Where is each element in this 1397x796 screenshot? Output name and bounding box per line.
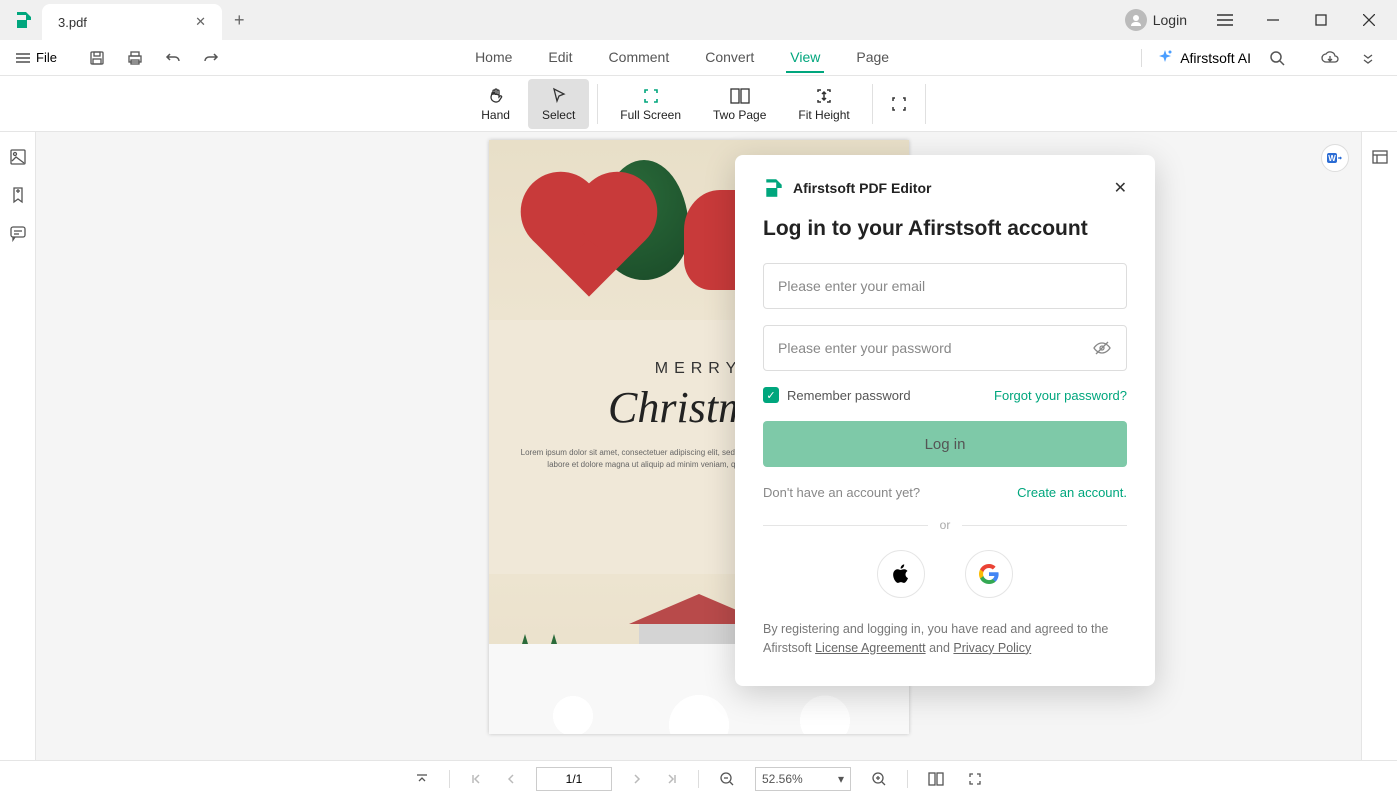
hamburger-menu-icon[interactable] xyxy=(1205,0,1245,40)
menu-comment[interactable]: Comment xyxy=(605,43,674,73)
tab-title: 3.pdf xyxy=(58,15,87,30)
fullscreen-label: Full Screen xyxy=(620,108,681,122)
email-placeholder: Please enter your email xyxy=(778,278,925,294)
fullscreen-tool[interactable]: Full Screen xyxy=(606,79,695,129)
close-tab-icon[interactable]: ✕ xyxy=(191,10,210,34)
titlebar: 3.pdf ✕ + Login xyxy=(0,0,1397,40)
terms-text: By registering and logging in, you have … xyxy=(763,620,1127,658)
bookmarks-icon[interactable] xyxy=(9,186,27,204)
remember-password-checkbox[interactable]: ✓ Remember password xyxy=(763,387,911,403)
chevron-down-icon: ▾ xyxy=(838,772,844,786)
modal-heading: Log in to your Afirstsoft account xyxy=(763,217,1127,241)
or-text: or xyxy=(940,518,951,532)
menu-view[interactable]: View xyxy=(786,43,824,73)
document-tab[interactable]: 3.pdf ✕ xyxy=(42,4,222,40)
select-label: Select xyxy=(542,108,575,122)
view-toolbar: Hand Select Full Screen Two Page Fit Hei… xyxy=(0,76,1397,132)
modal-logo-icon xyxy=(763,177,785,199)
avatar-icon xyxy=(1125,9,1147,31)
login-submit-button[interactable]: Log in xyxy=(763,421,1127,467)
file-menu[interactable]: File xyxy=(8,46,65,69)
password-field[interactable]: Please enter your password xyxy=(763,325,1127,371)
menu-home[interactable]: Home xyxy=(471,43,516,73)
forgot-password-link[interactable]: Forgot your password? xyxy=(994,388,1127,403)
new-tab-button[interactable]: + xyxy=(222,10,257,31)
right-sidebar xyxy=(1361,132,1397,760)
statusbar: 52.56% ▾ xyxy=(0,760,1397,796)
save-icon[interactable] xyxy=(85,46,109,70)
cloud-icon[interactable] xyxy=(1317,47,1343,69)
fitheight-tool[interactable]: Fit Height xyxy=(784,79,863,129)
eye-off-icon[interactable] xyxy=(1092,338,1112,358)
fullscreen-status-icon[interactable] xyxy=(964,768,986,790)
menu-convert[interactable]: Convert xyxy=(701,43,758,73)
no-account-text: Don't have an account yet? xyxy=(763,485,920,500)
google-login-button[interactable] xyxy=(965,550,1013,598)
next-page-icon[interactable] xyxy=(628,769,646,789)
svg-text:W: W xyxy=(1328,154,1336,163)
remember-label: Remember password xyxy=(787,388,911,403)
twopage-tool[interactable]: Two Page xyxy=(699,79,780,129)
last-page-icon[interactable] xyxy=(662,769,682,789)
ai-label: Afirstsoft AI xyxy=(1180,50,1251,66)
properties-icon[interactable] xyxy=(1371,148,1389,166)
minimize-icon[interactable] xyxy=(1253,0,1293,40)
hand-label: Hand xyxy=(481,108,510,122)
menu-page[interactable]: Page xyxy=(852,43,893,73)
modal-brand: Afirstsoft PDF Editor xyxy=(793,180,1106,196)
maximize-icon[interactable] xyxy=(1301,0,1341,40)
password-placeholder: Please enter your password xyxy=(778,340,952,356)
main-menu: Home Edit Comment Convert View Page xyxy=(223,43,1141,73)
facing-pages-icon[interactable] xyxy=(924,768,948,790)
print-icon[interactable] xyxy=(123,46,147,70)
afirstsoft-ai-button[interactable]: Afirstsoft AI xyxy=(1156,49,1251,67)
modal-close-icon[interactable]: ✕ xyxy=(1114,178,1127,198)
twopage-label: Two Page xyxy=(713,108,766,122)
hand-tool[interactable]: Hand xyxy=(467,79,524,129)
convert-to-word-icon[interactable]: W xyxy=(1321,144,1349,172)
prev-page-icon[interactable] xyxy=(502,769,520,789)
apple-login-button[interactable] xyxy=(877,550,925,598)
comments-icon[interactable] xyxy=(9,224,27,242)
undo-icon[interactable] xyxy=(161,46,185,70)
checkbox-checked-icon: ✓ xyxy=(763,387,779,403)
redo-icon[interactable] xyxy=(199,46,223,70)
privacy-link[interactable]: Privacy Policy xyxy=(953,641,1031,655)
license-link[interactable]: License Agreementt xyxy=(815,641,926,655)
search-icon[interactable] xyxy=(1265,46,1289,70)
zoom-select[interactable]: 52.56% ▾ xyxy=(755,767,851,791)
file-label: File xyxy=(36,50,57,65)
login-button[interactable]: Login xyxy=(1115,5,1197,35)
email-field[interactable]: Please enter your email xyxy=(763,263,1127,309)
select-tool[interactable]: Select xyxy=(528,79,589,129)
close-window-icon[interactable] xyxy=(1349,0,1389,40)
zoom-in-icon[interactable] xyxy=(867,767,891,791)
menubar: File Home Edit Comment Convert View Page… xyxy=(0,40,1397,76)
document-viewport[interactable]: MERRY Christmas Lorem ipsum dolor sit am… xyxy=(36,132,1361,760)
login-modal: Afirstsoft PDF Editor ✕ Log in to your A… xyxy=(735,155,1155,686)
fitwidth-tool[interactable] xyxy=(881,79,917,129)
login-label: Login xyxy=(1153,12,1187,28)
create-account-link[interactable]: Create an account. xyxy=(1017,485,1127,500)
thumbnails-icon[interactable] xyxy=(9,148,27,166)
first-page-icon[interactable] xyxy=(466,769,486,789)
page-input[interactable] xyxy=(536,767,612,791)
collapse-icon[interactable] xyxy=(1357,47,1379,69)
zoom-out-icon[interactable] xyxy=(715,767,739,791)
app-logo xyxy=(6,2,42,38)
fitheight-label: Fit Height xyxy=(798,108,849,122)
zoom-value: 52.56% xyxy=(762,772,803,786)
left-sidebar xyxy=(0,132,36,760)
main-area: MERRY Christmas Lorem ipsum dolor sit am… xyxy=(0,132,1397,760)
menu-edit[interactable]: Edit xyxy=(544,43,576,73)
scroll-top-icon[interactable] xyxy=(411,768,433,790)
